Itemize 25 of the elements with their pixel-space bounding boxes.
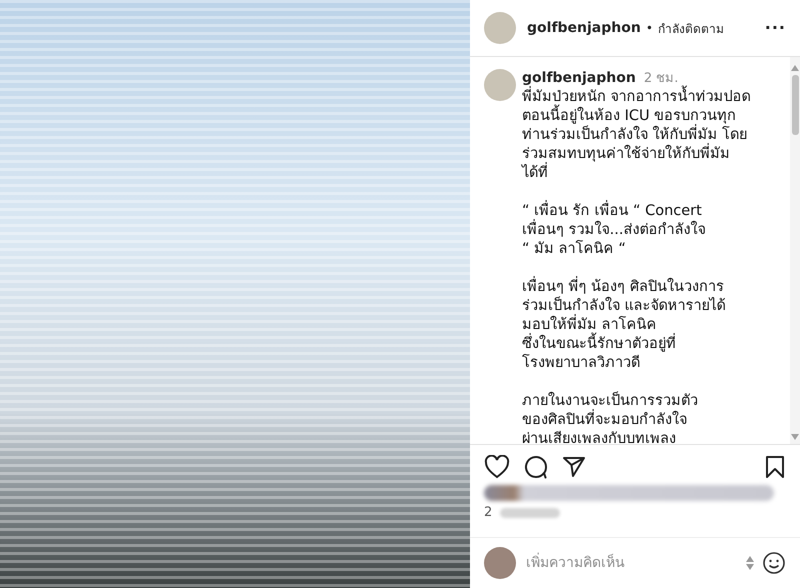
like-count: 2 [484, 505, 492, 520]
bookmark-icon[interactable] [764, 455, 786, 479]
caption-paragraph: เพื่อนๆ พี่ๆ น้องๆ ศิลปินในวงการ ร่วมเป็นกำลังใจ และจัดหารายได้ มอบให้พี่มัม ลาโคนิค ซึ่งในขณะนี้รักษาตัวอยู่ที่ โรงพยาบาลวิภาวดี [522, 278, 751, 373]
comment-input-field[interactable]: เพิ่มความคิดเห็น [524, 544, 738, 582]
separator-dot: • [646, 21, 653, 35]
scroll-down-icon[interactable] [791, 434, 799, 440]
avatar-icon[interactable] [484, 12, 516, 44]
blurred-text-drawing [500, 508, 560, 518]
scrollbar-thumb[interactable] [792, 75, 798, 135]
comment-icon[interactable] [524, 455, 548, 479]
following-status[interactable]: กำลังติดตาม [658, 18, 724, 38]
heart-icon[interactable] [484, 455, 510, 479]
sort-arrows-icon[interactable] [746, 556, 754, 570]
avatar-icon [484, 547, 516, 579]
username-link[interactable]: golfbenjaphon [527, 20, 641, 36]
caption-paragraph: ภายในงานจะเป็นการรวมตัว ของศิลปินที่จะมอบกำลังใจ ผ่านเสียงเพลงกับบทเพลง [522, 392, 699, 444]
username-link[interactable]: golfbenjaphon [522, 69, 636, 88]
emoji-icon[interactable] [762, 551, 786, 575]
caption-paragraph: พี่มัมป่วยหนัก จากอาการน้ำท่วมปอด ตอนนี้อยู่ในห้อง ICU ขอรบกวนทุก ท่านร่วมเป็นกำลังใจ ให้กับพี่มัม โดย ร่วมสมทบทุนค่าใช้จ่ายให้กับพี่มัม ได้ที่ [522, 88, 751, 183]
avatar-icon[interactable] [484, 69, 516, 101]
post-time: 2 ชม. [644, 70, 678, 86]
share-icon[interactable] [562, 455, 586, 479]
caption-paragraph: “ เพื่อน รัก เพื่อน “ Concert เพื่อนๆ รวมใจ...ส่งต่อกำลังใจ “ มัม ลาโคนิค “ [522, 202, 751, 259]
scroll-up-icon[interactable] [791, 65, 799, 71]
more-options-button[interactable]: ... [764, 16, 786, 40]
